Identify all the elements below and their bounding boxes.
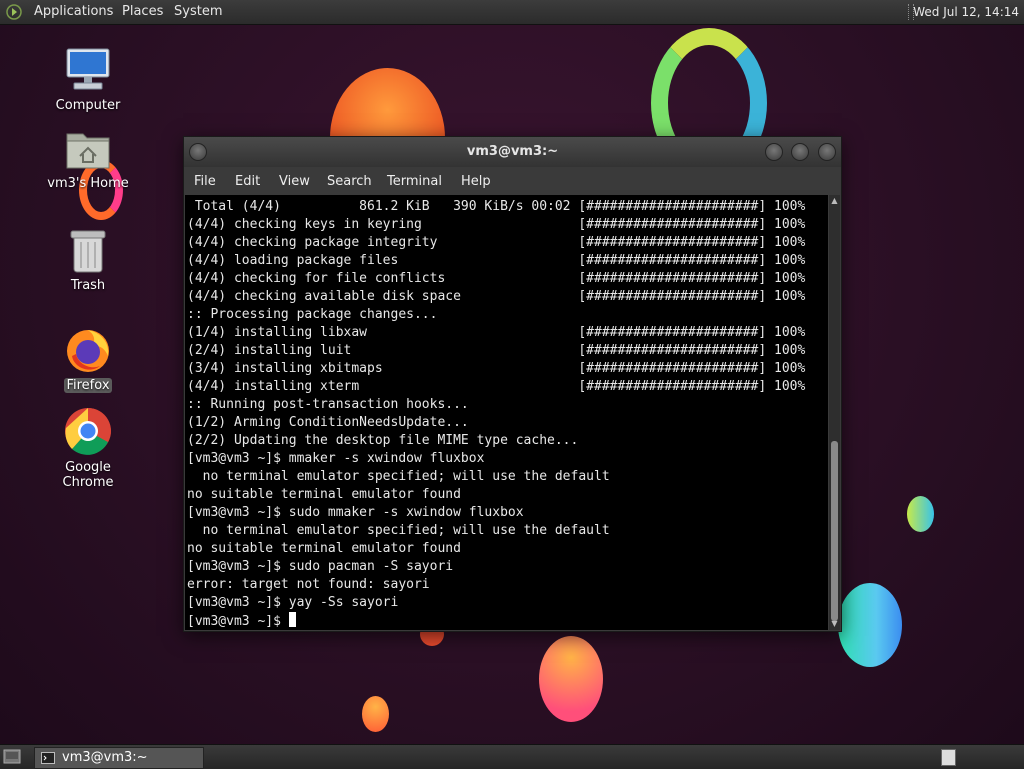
close-button[interactable] <box>818 143 836 161</box>
terminal-line: (4/4) checking for file conflicts [#####… <box>187 271 806 286</box>
computer-icon <box>66 48 110 90</box>
terminal-line: (3/4) installing xbitmaps [#############… <box>187 361 806 376</box>
desktop-icon-trash[interactable]: Trash <box>38 228 138 293</box>
menu-edit[interactable]: Edit <box>235 174 260 189</box>
desktop-icon-label: Google Chrome <box>62 460 114 490</box>
trash-icon <box>70 230 106 273</box>
desktop-icon-label: Trash <box>70 278 106 293</box>
terminal-line: (4/4) installing xterm [################… <box>187 379 806 394</box>
terminal-line: no terminal emulator specified; will use… <box>187 469 610 484</box>
terminal-window[interactable]: vm3@vm3:~ File Edit View Search Terminal… <box>183 136 842 632</box>
distro-logo-icon[interactable] <box>6 4 22 20</box>
wallpaper-pink-blob <box>539 636 603 722</box>
terminal-line: (1/4) installing libxaw [###############… <box>187 325 806 340</box>
taskbar-button-terminal[interactable]: vm3@vm3:~ <box>34 747 204 769</box>
terminal-line: (2/4) installing luit [#################… <box>187 343 806 358</box>
terminal-line: no suitable terminal emulator found <box>187 487 461 502</box>
applications-menu[interactable]: Applications <box>34 0 113 24</box>
terminal-prompt: [vm3@vm3 ~]$ <box>187 614 289 629</box>
terminal-line: [vm3@vm3 ~]$ yay -Ss sayori <box>187 595 399 610</box>
terminal-menubar: File Edit View Search Terminal Help <box>184 167 841 195</box>
desktop-icon-label: Firefox <box>64 378 112 393</box>
workspace-switcher[interactable] <box>941 749 956 766</box>
terminal-line: (4/4) checking package integrity [######… <box>187 235 806 250</box>
wallpaper-teal-blob <box>838 583 902 667</box>
chrome-icon <box>65 408 111 455</box>
wallpaper-small-teal-blob <box>907 496 934 532</box>
scrollbar-thumb[interactable] <box>831 441 838 621</box>
terminal-line: (4/4) checking keys in keyring [########… <box>187 217 806 232</box>
maximize-button[interactable] <box>791 143 809 161</box>
window-menu-button[interactable] <box>189 143 207 161</box>
bottom-panel: vm3@vm3:~ <box>0 744 1024 769</box>
menu-help[interactable]: Help <box>461 174 491 189</box>
wallpaper-tiny-orange-blob <box>362 696 389 732</box>
terminal-scrollbar[interactable]: ▲ ▼ <box>829 195 840 630</box>
terminal-line: no suitable terminal emulator found <box>187 541 461 556</box>
terminal-line: (4/4) loading package files [###########… <box>187 253 806 268</box>
terminal-line: (4/4) checking available disk space [###… <box>187 289 806 304</box>
terminal-icon <box>41 752 55 764</box>
scroll-down-arrow-icon[interactable]: ▼ <box>830 620 839 628</box>
text-cursor <box>288 612 296 627</box>
system-menu[interactable]: System <box>174 0 222 24</box>
top-panel: Applications Places System Wed Jul 12, 1… <box>0 0 1024 25</box>
terminal-line: [vm3@vm3 ~]$ sudo mmaker -s xwindow flux… <box>187 505 524 520</box>
terminal-line: :: Running post-transaction hooks... <box>187 397 469 412</box>
home-folder-icon <box>66 133 110 169</box>
terminal-line: [vm3@vm3 ~]$ mmaker -s xwindow fluxbox <box>187 451 485 466</box>
desktop-icon-home[interactable]: vm3's Home <box>38 128 138 191</box>
desktop-icon-label: Computer <box>55 98 121 113</box>
terminal-line: no terminal emulator specified; will use… <box>187 523 610 538</box>
window-titlebar[interactable]: vm3@vm3:~ <box>184 137 841 167</box>
taskbar-button-label: vm3@vm3:~ <box>62 750 148 765</box>
places-menu[interactable]: Places <box>122 0 163 24</box>
terminal-line: error: target not found: sayori <box>187 577 430 592</box>
terminal-line: :: Processing package changes... <box>187 307 438 322</box>
menu-file[interactable]: File <box>194 174 216 189</box>
show-desktop-icon[interactable] <box>3 748 21 765</box>
minimize-button[interactable] <box>765 143 783 161</box>
terminal-line: Total (4/4) 861.2 KiB 390 KiB/s 00:02 [#… <box>187 199 806 214</box>
terminal-line: (2/2) Updating the desktop file MIME typ… <box>187 433 579 448</box>
desktop-icon-computer[interactable]: Computer <box>38 46 138 113</box>
menu-search[interactable]: Search <box>327 174 372 189</box>
clock[interactable]: Wed Jul 12, 14:14 <box>913 0 1019 24</box>
firefox-icon <box>67 330 109 372</box>
desktop-icon-chrome[interactable]: Google Chrome <box>38 406 138 490</box>
desktop-icon-label: vm3's Home <box>47 176 129 191</box>
scroll-up-arrow-icon[interactable]: ▲ <box>830 197 839 205</box>
menu-terminal[interactable]: Terminal <box>387 174 442 189</box>
terminal-output[interactable]: Total (4/4) 861.2 KiB 390 KiB/s 00:02 [#… <box>185 195 828 630</box>
terminal-line: [vm3@vm3 ~]$ sudo pacman -S sayori <box>187 559 454 574</box>
terminal-line: (1/2) Arming ConditionNeedsUpdate... <box>187 415 469 430</box>
terminal-prompt-line[interactable]: [vm3@vm3 ~]$ <box>187 612 296 630</box>
menu-view[interactable]: View <box>279 174 310 189</box>
desktop-icon-firefox[interactable]: Firefox <box>38 326 138 393</box>
window-title: vm3@vm3:~ <box>466 144 559 159</box>
